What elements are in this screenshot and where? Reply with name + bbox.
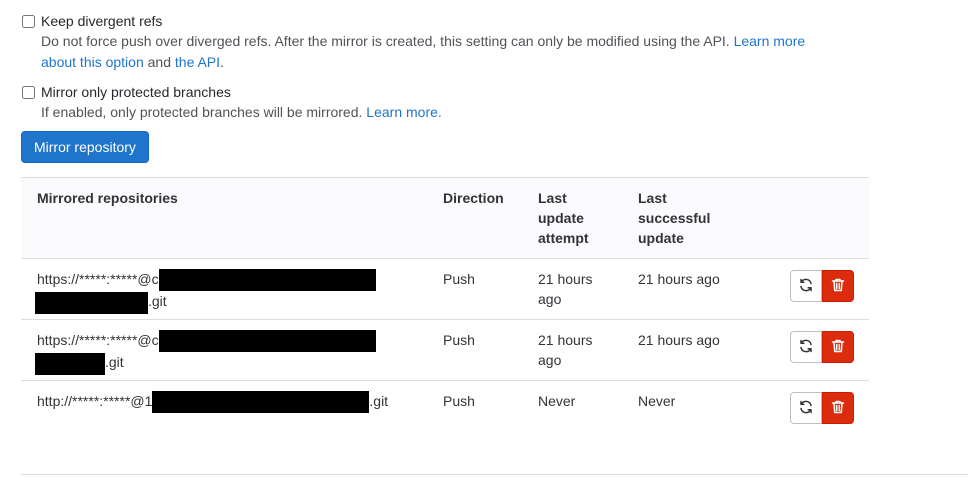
keep-divergent-refs-checkbox[interactable]	[22, 14, 35, 28]
row-actions	[790, 392, 854, 424]
mirrored-repositories-table: Mirrored repositories Direction Last upd…	[21, 177, 869, 442]
update-now-button[interactable]	[790, 270, 822, 302]
mirror-last-success: 21 hours ago	[638, 332, 720, 348]
protected-branches-label[interactable]: Mirror only protected branches	[41, 84, 231, 100]
redacted-block	[158, 330, 376, 353]
mirror-last-success: 21 hours ago	[638, 271, 720, 287]
table-row: https://*****:*****@c .git Push 21 hours …	[21, 320, 869, 381]
mirror-url: https://*****:*****@c .git	[35, 269, 417, 314]
trash-icon	[830, 277, 846, 296]
row-actions	[790, 270, 854, 302]
trash-icon	[830, 399, 846, 418]
header-last-update-attempt: Last update attempt	[538, 190, 589, 246]
mirror-repository-button[interactable]: Mirror repository	[21, 131, 149, 163]
mirror-url: https://*****:*****@c .git	[35, 330, 417, 375]
section-divider	[21, 474, 968, 475]
protected-branches-option: Mirror only protected branches If enable…	[22, 82, 442, 123]
sync-icon	[798, 399, 814, 418]
header-mirrored-repositories: Mirrored repositories	[37, 190, 178, 206]
update-now-button[interactable]	[790, 331, 822, 363]
mirror-last-success: Never	[638, 393, 676, 409]
mirror-last-attempt: 21 hours ago	[538, 332, 593, 368]
header-last-successful-update: Last successful update	[638, 190, 711, 246]
mirror-direction: Push	[443, 393, 475, 409]
mirror-last-attempt: Never	[538, 393, 576, 409]
delete-mirror-button[interactable]	[822, 270, 854, 302]
learn-more-protected-link[interactable]: Learn more.	[366, 104, 441, 120]
update-now-button[interactable]	[790, 392, 822, 424]
api-link[interactable]: the API	[175, 54, 220, 70]
mirror-last-attempt: 21 hours ago	[538, 271, 593, 307]
keep-divergent-refs-help: Do not force push over diverged refs. Af…	[41, 33, 806, 70]
trash-icon	[830, 338, 846, 357]
delete-mirror-button[interactable]	[822, 331, 854, 363]
mirror-url: http://*****:*****@1 .git	[37, 391, 417, 414]
table-row: https://*****:*****@c .git Push 21 hours …	[21, 259, 869, 320]
protected-branches-checkbox[interactable]	[22, 85, 35, 99]
mirror-direction: Push	[443, 332, 475, 348]
table-header: Mirrored repositories Direction Last upd…	[21, 177, 869, 259]
keep-divergent-refs-label[interactable]: Keep divergent refs	[41, 13, 162, 29]
header-direction: Direction	[443, 190, 504, 206]
sync-icon	[798, 277, 814, 296]
delete-mirror-button[interactable]	[822, 392, 854, 424]
protected-branches-help: If enabled, only protected branches will…	[41, 104, 442, 120]
keep-divergent-refs-option: Keep divergent refs Do not force push ov…	[22, 11, 805, 73]
row-actions	[790, 331, 854, 363]
mirror-direction: Push	[443, 271, 475, 287]
redacted-block	[35, 352, 105, 375]
table-row: http://*****:*****@1 .git Push Never Neve…	[21, 381, 869, 442]
redacted-block	[35, 291, 148, 314]
sync-icon	[798, 338, 814, 357]
redacted-block	[158, 269, 376, 292]
redacted-block	[152, 391, 370, 414]
